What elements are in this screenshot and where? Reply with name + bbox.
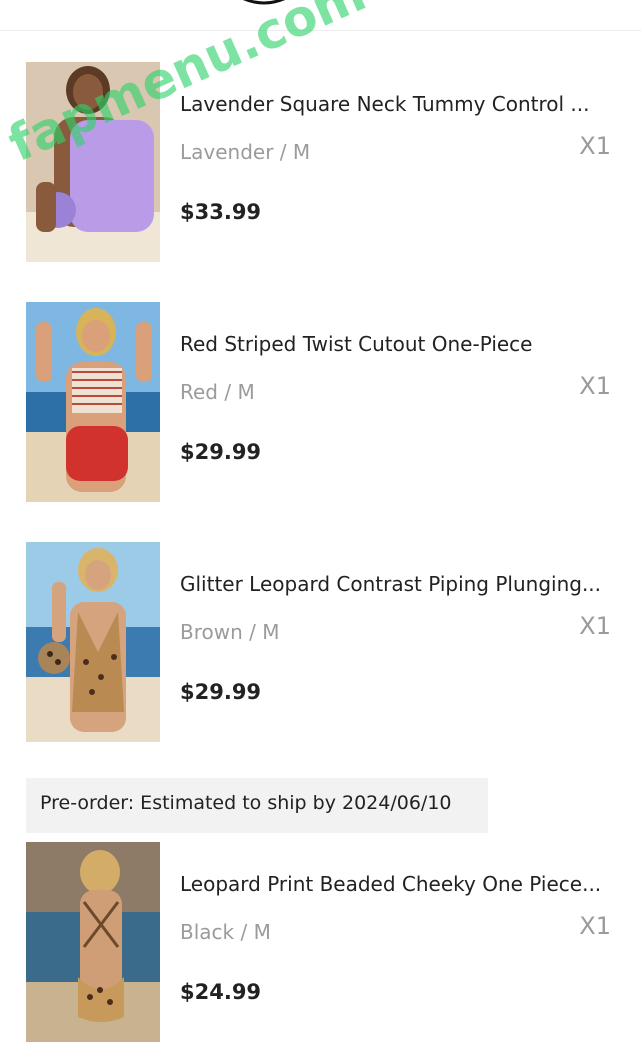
preorder-text: Pre-order: Estimated to ship by 2024/06/… <box>40 792 452 814</box>
product-photo <box>26 62 160 262</box>
product-title[interactable]: Red Striped Twist Cutout One-Piece <box>180 332 620 356</box>
product-quantity: X1 <box>579 612 611 640</box>
product-photo <box>26 842 160 1042</box>
product-price: $33.99 <box>180 200 262 224</box>
product-image-leopard[interactable] <box>26 542 160 742</box>
product-variant: Black / M <box>180 920 271 944</box>
order-item[interactable]: Glitter Leopard Contrast Piping Plunging… <box>0 542 641 744</box>
order-item[interactable]: Red Striped Twist Cutout One-Piece Red /… <box>0 302 641 504</box>
preorder-notice: Pre-order: Estimated to ship by 2024/06/… <box>26 778 488 833</box>
product-title[interactable]: Glitter Leopard Contrast Piping Plunging… <box>180 572 620 596</box>
product-quantity: X1 <box>579 132 611 160</box>
product-variant: Brown / M <box>180 620 280 644</box>
product-photo <box>26 542 160 742</box>
order-item[interactable]: Lavender Square Neck Tummy Control ... L… <box>0 62 641 264</box>
product-title[interactable]: Leopard Print Beaded Cheeky One Piece... <box>180 872 620 896</box>
product-price: $29.99 <box>180 680 262 704</box>
product-photo <box>26 302 160 502</box>
product-image-lavender[interactable] <box>26 62 160 262</box>
product-price: $29.99 <box>180 440 262 464</box>
product-variant: Red / M <box>180 380 255 404</box>
product-image-leopard-cheeky[interactable] <box>26 842 160 1042</box>
product-quantity: X1 <box>579 912 611 940</box>
product-price: $24.99 <box>180 980 262 1004</box>
product-title[interactable]: Lavender Square Neck Tummy Control ... <box>180 92 620 116</box>
product-variant: Lavender / M <box>180 140 311 164</box>
product-image-red-striped[interactable] <box>26 302 160 502</box>
top-bar <box>0 0 641 31</box>
product-quantity: X1 <box>579 372 611 400</box>
order-item[interactable]: Leopard Print Beaded Cheeky One Piece...… <box>0 842 641 1044</box>
logo-icon <box>242 0 286 5</box>
